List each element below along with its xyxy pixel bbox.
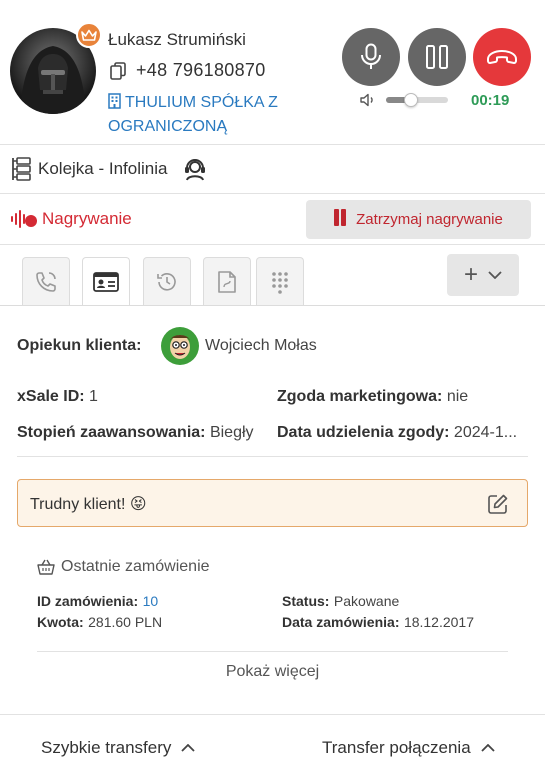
- call-transfer-button[interactable]: Transfer połączenia: [322, 738, 495, 758]
- recording-indicator: Nagrywanie: [10, 208, 132, 230]
- queue-row: Kolejka - Infolinia: [0, 145, 545, 194]
- last-order-title: Ostatnie zamówienie: [37, 558, 210, 576]
- volume-knob[interactable]: [403, 93, 418, 107]
- marketing-consent-value: nie: [446, 388, 469, 405]
- dialpad-icon: [272, 271, 288, 294]
- caretaker-label: Opiekun klienta:: [17, 337, 142, 354]
- order-date-field: Data zamówienia: 18.12.2017: [282, 614, 474, 632]
- marketing-consent-label: Zgoda marketingowa:: [277, 388, 443, 405]
- document-icon: [218, 270, 236, 293]
- xsale-value: 1: [89, 388, 98, 405]
- recording-label: Nagrywanie: [42, 209, 132, 228]
- phone-history-icon: [36, 271, 56, 292]
- order-status-value: Pakowane: [333, 593, 400, 609]
- call-timer: 00:19: [471, 92, 510, 109]
- show-more-button[interactable]: Pokaż więcej: [0, 663, 545, 681]
- phone-number: +48 796180870: [136, 60, 266, 80]
- chevron-up-icon: [181, 744, 196, 752]
- agent-headset-icon: [185, 159, 206, 181]
- phone-row: +48 796180870: [110, 60, 266, 81]
- chevron-up-icon: [481, 744, 495, 752]
- caretaker-name: Wojciech Mołas: [205, 337, 317, 354]
- customer-note: Trudny klient! 😝: [17, 479, 528, 527]
- note-text: Trudny klient! 😝: [30, 496, 147, 513]
- contact-name: Łukasz Strumiński: [108, 30, 246, 49]
- call-transfer-label: Transfer połączenia: [322, 738, 471, 757]
- tab-contact-card[interactable]: [82, 257, 130, 306]
- order-amount-value: 281.60 PLN: [88, 614, 163, 630]
- last-order-label: Ostatnie zamówienie: [61, 558, 210, 575]
- tab-call-history[interactable]: [22, 257, 70, 305]
- level-value: Biegły: [209, 424, 254, 441]
- orders-divider: [37, 651, 508, 652]
- contact-card-icon: [93, 272, 119, 292]
- phone-hangup-icon: [487, 50, 517, 64]
- consent-date-field: Data udzielenia zgody: 2024-1...: [277, 424, 517, 442]
- mute-button[interactable]: [342, 28, 400, 86]
- queue-label: Kolejka - Infolinia: [38, 159, 168, 178]
- add-tab-label: +: [463, 261, 478, 288]
- hangup-button[interactable]: [473, 28, 531, 86]
- volume-slider[interactable]: [386, 93, 448, 107]
- consent-date-label: Data udzielenia zgody:: [277, 424, 450, 441]
- tabs-divider: [0, 305, 545, 306]
- xsale-label: xSale ID:: [17, 388, 85, 405]
- call-header: Łukasz Strumiński +48 796180870 THULIUM …: [0, 0, 545, 145]
- tab-documents[interactable]: [203, 257, 251, 305]
- order-status-label: Status:: [282, 593, 330, 609]
- queue-icon: [12, 157, 31, 181]
- order-date-label: Data zamówienia:: [282, 614, 400, 630]
- details-divider: [17, 456, 528, 457]
- order-id-label: ID zamówienia:: [37, 593, 139, 609]
- crown-icon: [76, 22, 102, 48]
- stop-recording-button[interactable]: Zatrzymaj nagrywanie: [306, 200, 531, 239]
- chevron-down-icon: [488, 271, 502, 279]
- level-label: Stopień zaawansowania:: [17, 424, 206, 441]
- microphone-icon: [361, 43, 381, 69]
- xsale-field: xSale ID: 1: [17, 388, 98, 406]
- volume-control: [360, 93, 448, 107]
- copy-icon[interactable]: [110, 61, 126, 80]
- marketing-consent-field: Zgoda marketingowa: nie: [277, 388, 468, 406]
- add-tab-button[interactable]: +: [447, 254, 519, 296]
- stop-recording-label: Zatrzymaj nagrywanie: [356, 211, 503, 228]
- order-status-field: Status: Pakowane: [282, 593, 399, 611]
- caretaker-avatar: [161, 327, 199, 365]
- quick-transfers-button[interactable]: Szybkie transfery: [41, 738, 196, 758]
- order-amount-field: Kwota: 281.60 PLN: [37, 614, 162, 632]
- edit-note-icon[interactable]: [487, 493, 509, 520]
- tab-dialpad[interactable]: [256, 257, 304, 305]
- basket-icon: [37, 559, 55, 575]
- history-icon: [157, 272, 176, 291]
- stop-recording-icon: [334, 209, 348, 230]
- level-field: Stopień zaawansowania: Biegły: [17, 424, 254, 442]
- tab-history[interactable]: [143, 257, 191, 305]
- order-amount-label: Kwota:: [37, 614, 84, 630]
- volume-icon: [360, 93, 373, 107]
- consent-date-value: 2024-1...: [453, 424, 518, 441]
- order-date-value: 18.12.2017: [403, 614, 475, 630]
- quick-transfers-label: Szybkie transfery: [41, 738, 172, 757]
- recording-wave-icon: [11, 210, 37, 228]
- order-id-field: ID zamówienia: 10: [37, 593, 158, 611]
- order-id-link[interactable]: 10: [143, 593, 159, 609]
- footer-divider: [0, 714, 545, 715]
- company-link[interactable]: THULIUM SPÓŁKA Z OGRANICZONĄ: [108, 92, 298, 138]
- company-name: THULIUM SPÓŁKA Z OGRANICZONĄ: [108, 94, 278, 135]
- pause-icon: [426, 45, 448, 69]
- hold-button[interactable]: [408, 28, 466, 86]
- building-icon: [108, 93, 121, 116]
